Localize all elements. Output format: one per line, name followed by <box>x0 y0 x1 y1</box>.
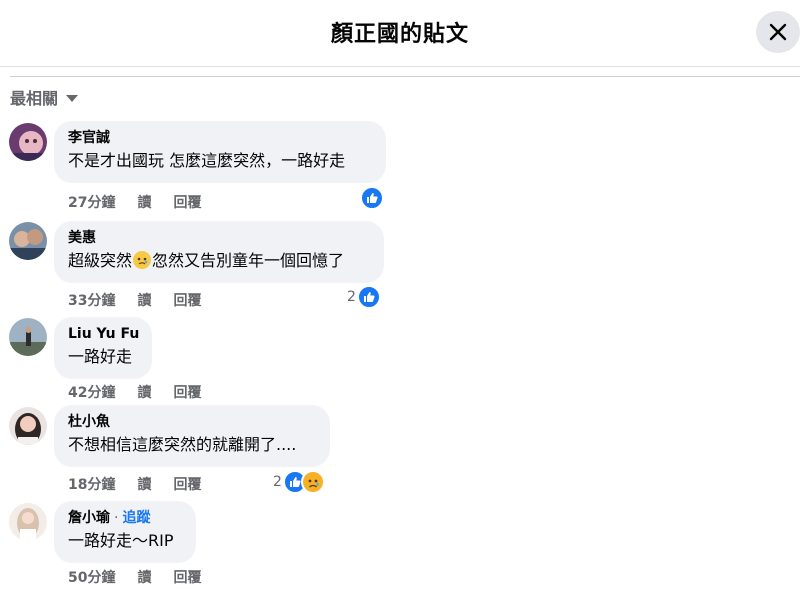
comment-time[interactable]: 42分鐘 <box>68 382 115 402</box>
comment-bubble: 美惠 超級突然 忽然又告別童年一個回憶了 <box>54 221 384 283</box>
like-link[interactable]: 讀 <box>137 474 151 494</box>
comment-text-part: 忽然又告別童年一個回憶了 <box>152 251 345 270</box>
reaction-summary[interactable]: 2 <box>273 470 325 494</box>
comment-bubble: Liu Yu Fu 一路好走 <box>54 317 152 379</box>
commenter-name[interactable]: 詹小瑜 <box>68 510 110 526</box>
close-button[interactable] <box>756 11 800 53</box>
commenter-name[interactable]: 李官誠 <box>68 129 372 148</box>
divider <box>10 76 800 77</box>
reply-link[interactable]: 回覆 <box>173 474 201 494</box>
like-link[interactable]: 讀 <box>137 567 151 587</box>
commenter-name[interactable]: 美惠 <box>68 229 370 248</box>
comment-bubble: 詹小瑜 · 追蹤 一路好走～RIP <box>54 501 196 563</box>
commenter-name[interactable]: Liu Yu Fu <box>68 325 139 344</box>
avatar[interactable] <box>9 407 47 445</box>
reaction-count: 2 <box>347 289 356 305</box>
caret-down-icon <box>66 95 79 102</box>
comment-text: 超級突然 忽然又告別童年一個回憶了 <box>68 249 370 273</box>
avatar[interactable] <box>9 123 47 161</box>
comment-bubble: 杜小魚 不想相信這麼突然的就離開了.... <box>54 405 330 467</box>
comment-actions: 18分鐘 讀 回覆 <box>68 474 223 494</box>
comment-time[interactable]: 50分鐘 <box>68 567 115 587</box>
post-header: 顏正國的貼文 <box>0 0 800 67</box>
like-link[interactable]: 讀 <box>137 290 151 310</box>
sad-face-emoji-icon <box>133 251 152 269</box>
reaction-summary[interactable]: 2 <box>347 285 381 309</box>
reply-link[interactable]: 回覆 <box>173 567 201 587</box>
comment-bubble: 李官誠 不是才出國玩 怎麼這麼突然，一路好走 <box>54 121 386 183</box>
separator-dot: · <box>114 510 119 526</box>
comment-text: 不想相信這麼突然的就離開了.... <box>68 435 297 454</box>
comment-actions: 27分鐘 讀 回覆 <box>68 192 223 212</box>
like-reaction-icon <box>356 285 381 309</box>
comment-actions: 33分鐘 讀 回覆 <box>68 290 223 310</box>
like-link[interactable]: 讀 <box>137 382 151 402</box>
follow-button[interactable]: 追蹤 <box>122 510 150 526</box>
comment-text: 一路好走～RIP <box>68 531 174 550</box>
like-reaction-icon <box>360 186 384 210</box>
commenter-name-row: 詹小瑜 · 追蹤 <box>68 509 182 528</box>
avatar[interactable] <box>9 503 47 541</box>
page-title: 顏正國的貼文 <box>330 22 469 47</box>
commenter-name[interactable]: 杜小魚 <box>68 413 316 432</box>
reply-link[interactable]: 回覆 <box>173 290 201 310</box>
sort-dropdown[interactable]: 最相關 <box>10 85 79 109</box>
sort-label: 最相關 <box>10 89 59 108</box>
comment-actions: 50分鐘 讀 回覆 <box>68 567 223 587</box>
reply-link[interactable]: 回覆 <box>173 382 201 402</box>
close-icon <box>769 23 787 41</box>
like-link[interactable]: 讀 <box>137 192 151 212</box>
comment-text: 一路好走 <box>68 347 133 366</box>
comment-time[interactable]: 27分鐘 <box>68 192 115 212</box>
comment-time[interactable]: 33分鐘 <box>68 290 115 310</box>
reaction-count: 2 <box>273 474 282 490</box>
comment-time[interactable]: 18分鐘 <box>68 474 115 494</box>
comment-text-part: 超級突然 <box>68 251 133 270</box>
avatar[interactable] <box>9 222 47 260</box>
reaction-summary[interactable] <box>360 186 384 210</box>
avatar[interactable] <box>9 318 47 356</box>
sad-reaction-icon <box>300 470 325 494</box>
reply-link[interactable]: 回覆 <box>173 192 201 212</box>
comment-actions: 42分鐘 讀 回覆 <box>68 382 223 402</box>
comment-text: 不是才出國玩 怎麼這麼突然，一路好走 <box>68 151 346 170</box>
